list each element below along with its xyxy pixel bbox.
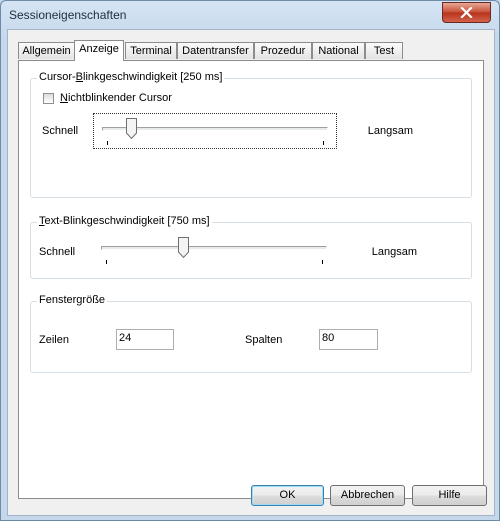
text-blink-group-title: Text-Blinkgeschwindigkeit [750 ms]: [37, 215, 212, 227]
tab-label: Anzeige: [79, 43, 119, 55]
text-slider-track: [101, 246, 327, 250]
nonblinking-cursor-checkbox[interactable]: [43, 93, 54, 104]
tab-label: Prozedur: [260, 45, 306, 57]
nonblinking-cursor-label[interactable]: Nichtblinkender Cursor: [60, 92, 172, 104]
tab-national[interactable]: National: [312, 42, 365, 59]
cancel-button[interactable]: Abbrechen: [330, 485, 405, 506]
tab-panel-anzeige: Cursor-Blinkgeschwindigkeit [250 ms] Nic…: [18, 60, 484, 499]
tab-prozedur[interactable]: Prozedur: [254, 42, 312, 59]
cursor-slider-slow-label: Langsam: [367, 125, 413, 137]
cursor-slider-tick-min: [107, 141, 108, 145]
close-button[interactable]: [442, 2, 491, 23]
window-size-group: Fenstergröße Zeilen 24 Spalten 80: [30, 294, 472, 373]
tab-label: Terminal: [130, 45, 172, 57]
tab-label: Test: [373, 45, 395, 57]
cols-label: Spalten: [245, 334, 283, 346]
cols-input[interactable]: 80: [319, 329, 378, 350]
window-title: Sessioneigenschaften: [9, 8, 127, 22]
close-icon: [460, 7, 473, 18]
tab-label: Datentransfer: [182, 45, 249, 57]
cursor-slider-fast-label: Schnell: [42, 125, 79, 137]
dialog-client-area: Allgemein Anzeige Terminal Datentransfer…: [7, 29, 495, 516]
text-slider-fast-label: Schnell: [39, 246, 76, 258]
cursor-slider-thumb[interactable]: [125, 118, 137, 139]
cursor-blink-group-title: Cursor-Blinkgeschwindigkeit [250 ms]: [37, 71, 225, 83]
title-bar[interactable]: Sessioneigenschaften: [1, 1, 499, 29]
text-slider-tick-max: [322, 260, 323, 264]
text-slider-slow-label: Langsam: [371, 246, 417, 258]
dialog-window: Sessioneigenschaften Allgemein Anzeige T…: [0, 0, 500, 521]
tab-datentransfer[interactable]: Datentransfer: [177, 42, 254, 59]
tab-terminal[interactable]: Terminal: [125, 42, 177, 59]
tab-anzeige[interactable]: Anzeige: [74, 40, 124, 61]
tab-label: Allgemein: [22, 45, 71, 57]
rows-label: Zeilen: [39, 334, 69, 346]
help-button[interactable]: Hilfe: [412, 485, 487, 506]
cursor-slider-tick-max: [323, 141, 324, 145]
text-blink-slider[interactable]: [93, 233, 337, 269]
cursor-blink-slider[interactable]: [93, 113, 337, 149]
text-slider-thumb[interactable]: [178, 237, 190, 258]
tab-label: National: [318, 45, 359, 57]
tab-test[interactable]: Test: [365, 42, 403, 59]
cursor-blink-group: Cursor-Blinkgeschwindigkeit [250 ms] Nic…: [30, 71, 472, 198]
text-blink-group: Text-Blinkgeschwindigkeit [750 ms] Schne…: [30, 215, 472, 279]
text-slider-tick-min: [106, 260, 107, 264]
window-size-group-title: Fenstergröße: [37, 294, 108, 306]
ok-button[interactable]: OK: [251, 485, 324, 506]
tab-allgemein[interactable]: Allgemein: [18, 42, 75, 59]
rows-input[interactable]: 24: [116, 329, 174, 350]
